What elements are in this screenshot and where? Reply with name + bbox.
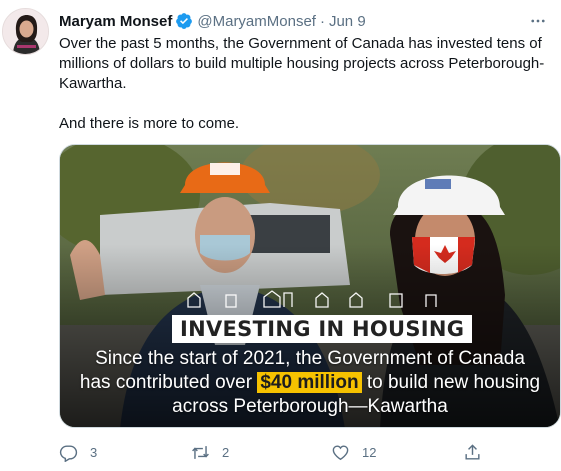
like-count: 12 xyxy=(362,444,377,460)
tweet-actions: 3 2 12 xyxy=(59,440,529,464)
more-options-icon[interactable] xyxy=(527,10,549,32)
caption-highlight-amount: $40 million xyxy=(257,372,362,393)
author-handle[interactable]: @MaryamMonsef xyxy=(197,13,316,30)
tweet-paragraph-2: And there is more to come. xyxy=(59,115,240,132)
like-icon xyxy=(332,444,349,460)
like-button[interactable]: 12 xyxy=(331,440,376,464)
share-button[interactable] xyxy=(463,440,494,464)
media-caption-line-3: across Peterborough—Kawartha xyxy=(172,396,448,417)
retweet-count: 2 xyxy=(222,444,230,460)
reply-icon xyxy=(59,444,78,462)
retweet-icon xyxy=(192,445,209,459)
retweet-button[interactable]: 2 xyxy=(191,440,229,464)
caption-text-after: to build new housing xyxy=(361,372,541,393)
caption-text-before: has contributed over xyxy=(79,372,258,393)
tweet-media-image[interactable]: INVESTING IN HOUSING Since the start of … xyxy=(59,144,561,428)
reply-count: 3 xyxy=(90,444,98,460)
tweet[interactable]: Maryam Monsef @MaryamMonsef · Jun 9 Over… xyxy=(0,0,561,471)
separator-dot: · xyxy=(319,12,325,30)
media-title: INVESTING IN HOUSING xyxy=(172,315,473,343)
media-caption-line-2: has contributed over $40 million to buil… xyxy=(60,371,560,395)
media-caption-line-1: Since the start of 2021, the Government … xyxy=(95,348,525,369)
verified-badge-icon xyxy=(175,12,193,30)
author-name[interactable]: Maryam Monsef xyxy=(59,13,172,30)
tweet-paragraph-1: Over the past 5 months, the Government o… xyxy=(59,35,545,92)
share-icon xyxy=(465,443,480,460)
housing-icons xyxy=(60,285,560,315)
tweet-text: Over the past 5 months, the Government o… xyxy=(59,34,549,134)
tweet-header: Maryam Monsef @MaryamMonsef · Jun 9 xyxy=(59,10,549,32)
tweet-date[interactable]: Jun 9 xyxy=(329,13,366,30)
reply-button[interactable]: 3 xyxy=(59,440,97,464)
avatar[interactable] xyxy=(2,8,49,55)
